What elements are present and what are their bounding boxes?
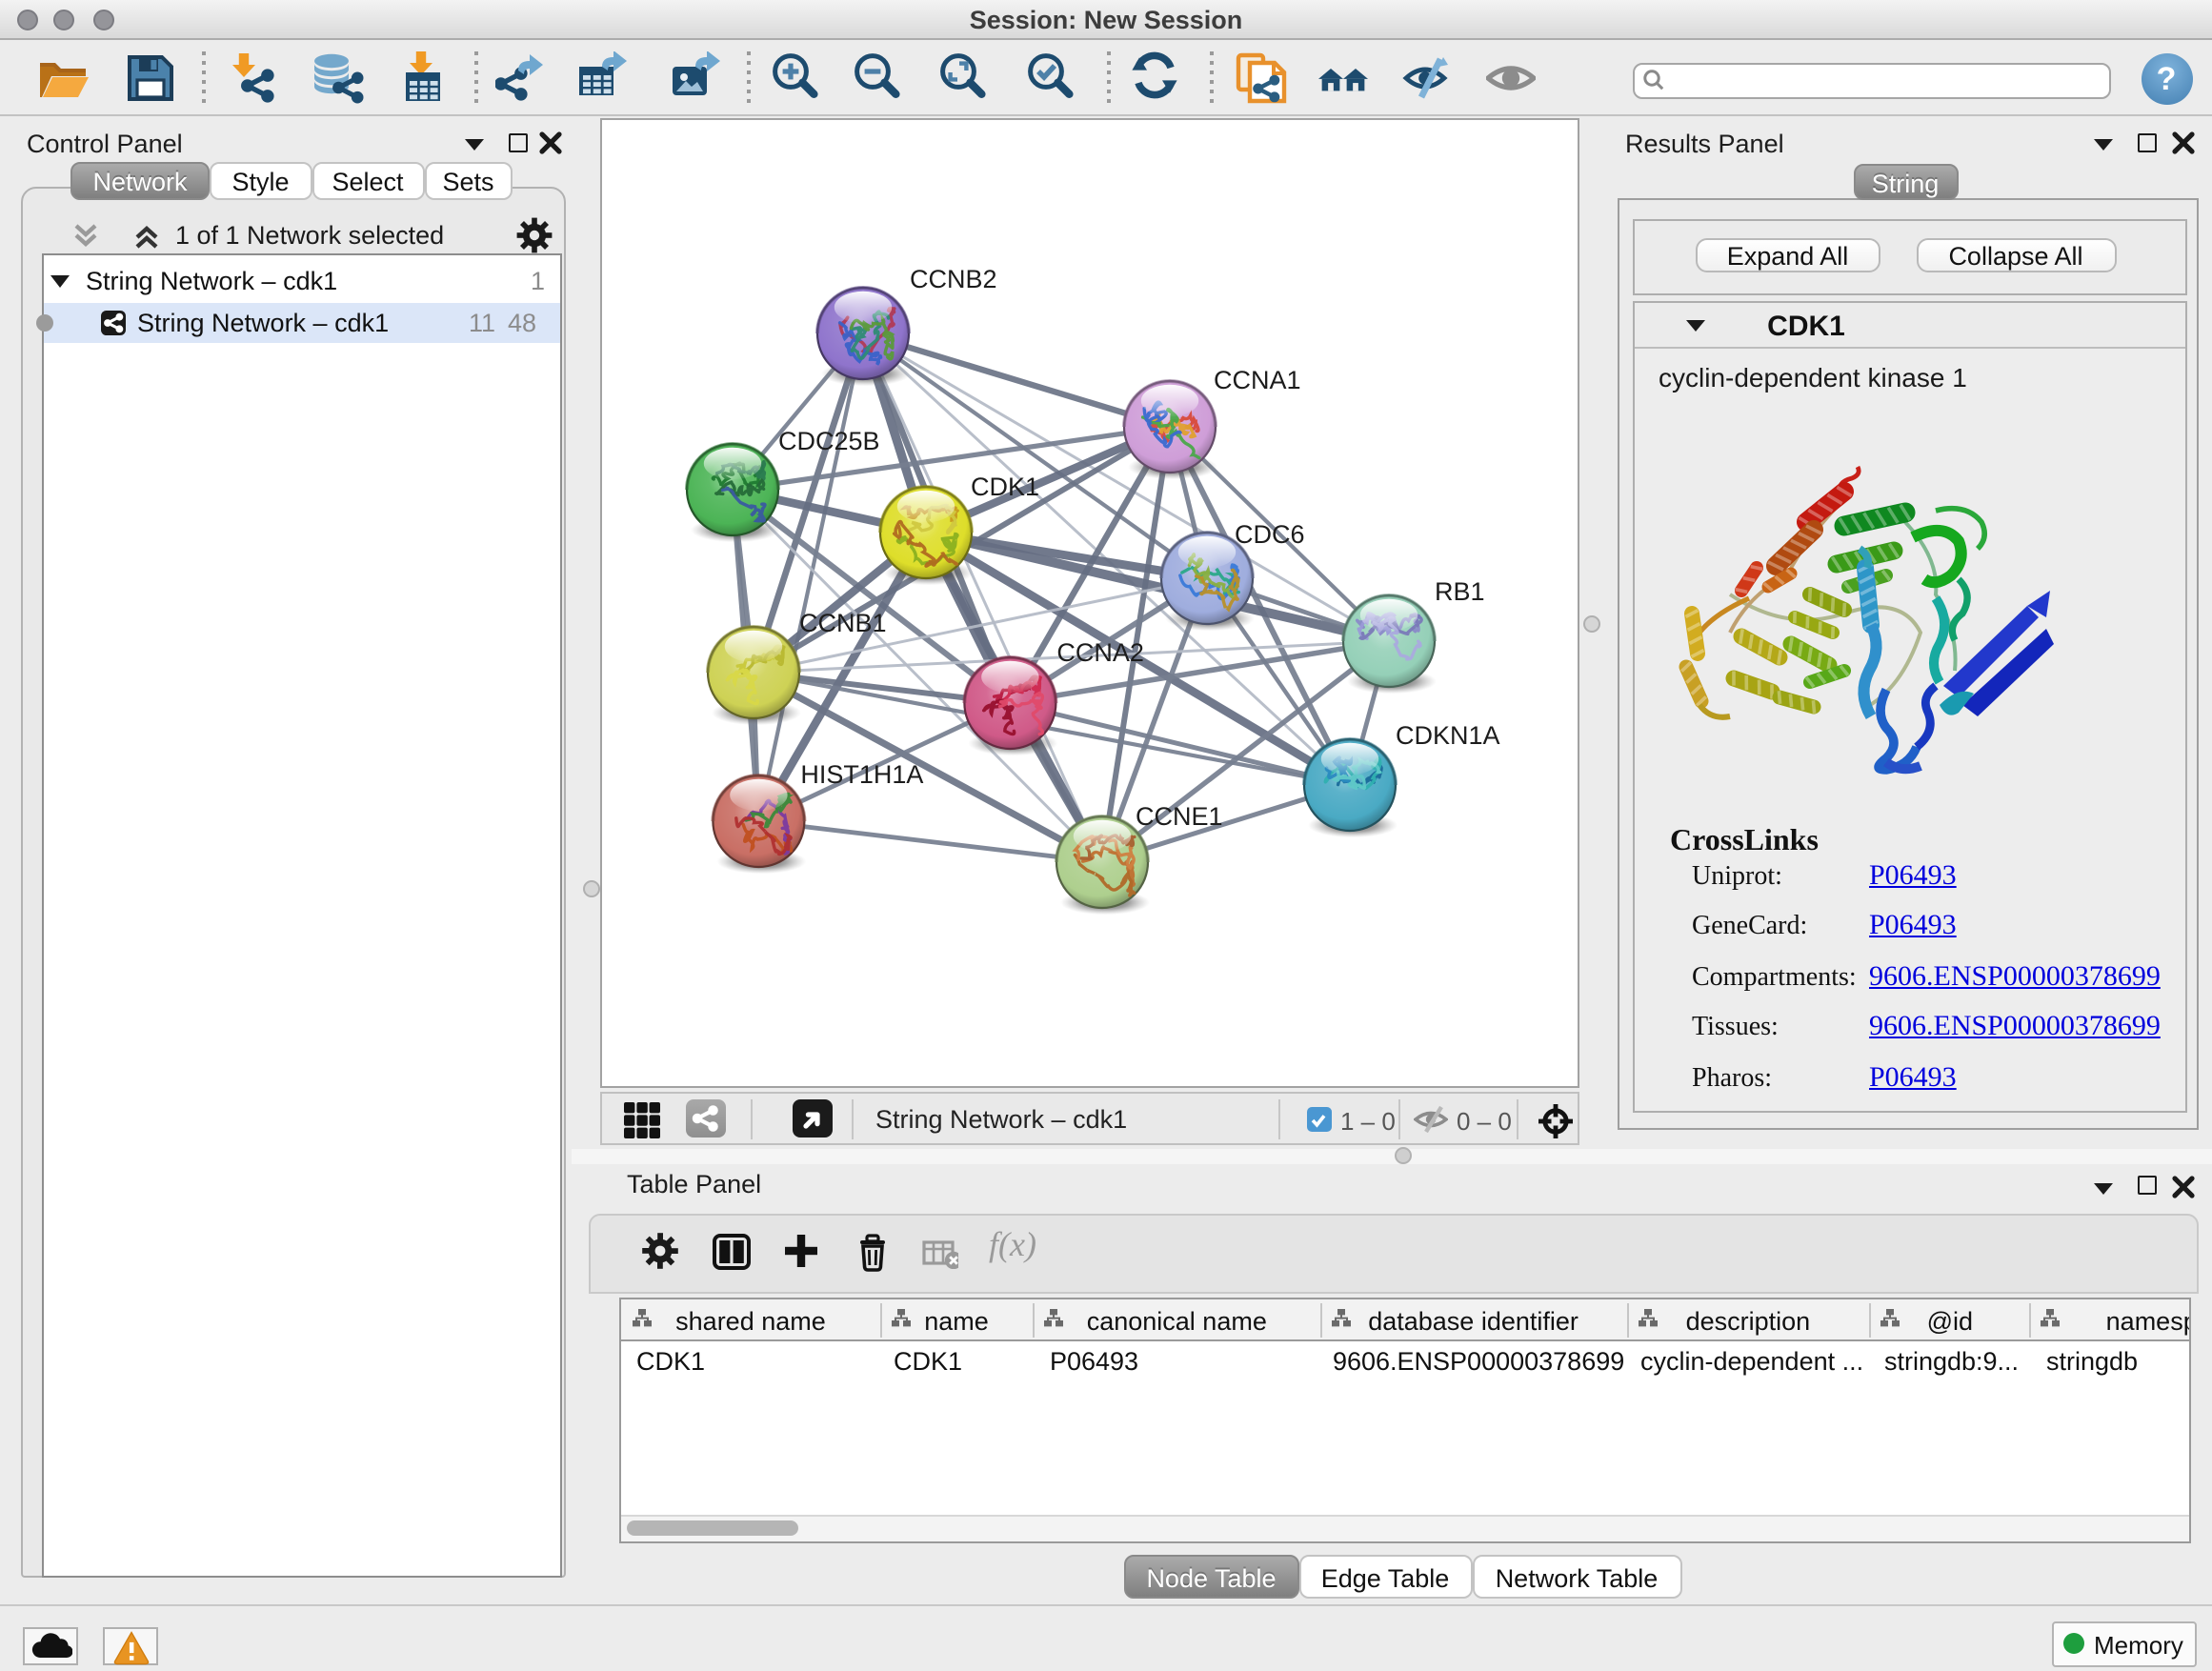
svg-text:CCNE1: CCNE1 [1135,802,1222,831]
svg-text:CDKN1A: CDKN1A [1395,721,1499,750]
svg-text:CDC6: CDC6 [1234,520,1304,549]
svg-text:CDK1: CDK1 [970,473,1038,501]
svg-text:RB1: RB1 [1434,577,1484,606]
svg-text:CCNB2: CCNB2 [909,265,996,293]
svg-text:HIST1H1A: HIST1H1A [799,760,922,789]
svg-text:CCNA1: CCNA1 [1213,366,1300,394]
svg-text:CCNA2: CCNA2 [1056,638,1143,667]
svg-text:CDC25B: CDC25B [777,427,879,455]
svg-text:CCNB1: CCNB1 [798,609,886,637]
